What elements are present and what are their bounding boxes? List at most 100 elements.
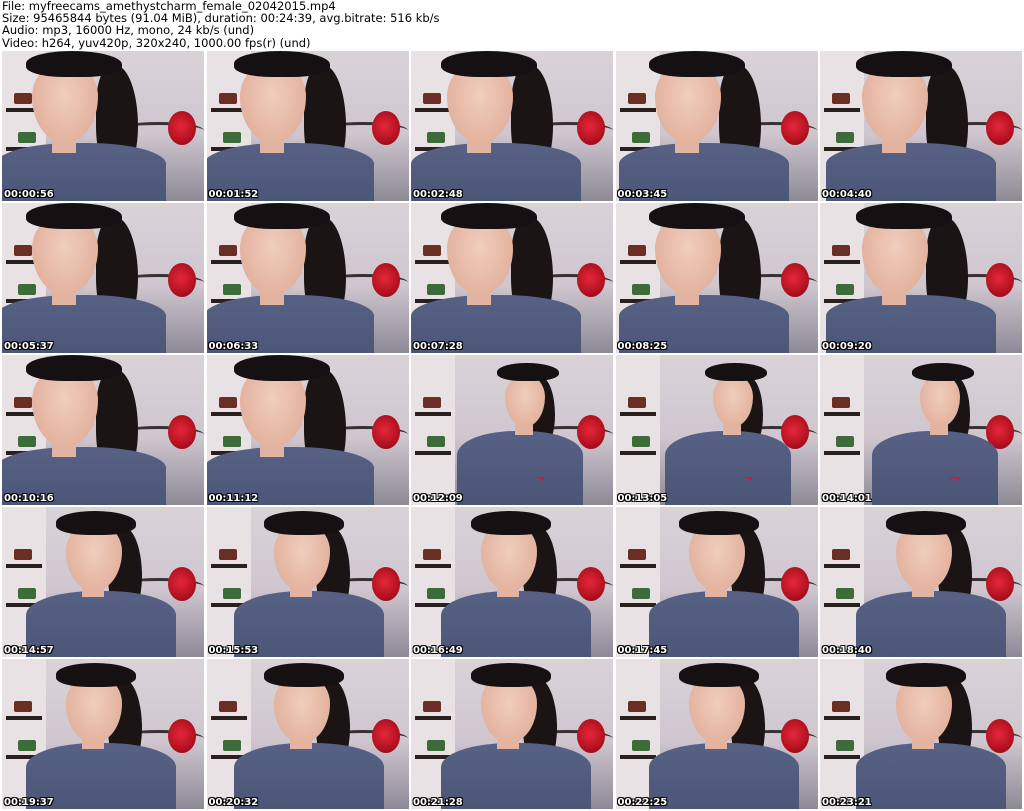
thumbnail-frame[interactable]: 00:02:48 — [411, 51, 613, 201]
thumbnail-scene-shelf — [619, 260, 656, 264]
thumbnail-scene-shelf-item — [18, 740, 37, 751]
thumbnail-scene-shelf-item — [423, 549, 442, 560]
thumbnail-scene-rose — [985, 111, 1014, 145]
thumbnail-scene-hair — [233, 355, 330, 382]
thumbnail-scene-shelf — [619, 603, 656, 607]
thumbnail-scene-hair — [56, 663, 136, 687]
thumbnail-scene-shelf-item — [222, 284, 241, 295]
thumbnail-scene-rose — [576, 415, 605, 449]
thumbnail-scene-shelf — [824, 755, 861, 759]
timestamp-label: 00:06:33 — [208, 341, 259, 352]
thumbnail-scene-hair — [26, 51, 122, 78]
thumbnail-scene-shelf — [619, 716, 656, 720]
thumbnail-scene-hair — [856, 51, 952, 78]
thumbnail-scene-shelf-item — [832, 549, 851, 560]
thumbnail-frame[interactable]: 00:07:28 — [411, 203, 613, 353]
timestamp-label: 00:22:25 — [617, 797, 668, 808]
thumbnail-scene-shelf-item — [427, 588, 446, 599]
thumbnail-frame[interactable]: 00:11:12 — [206, 355, 409, 505]
thumbnail-scene-hair — [26, 203, 122, 230]
thumbnail-scene-shelf — [619, 108, 656, 112]
thumbnail-scene-shelf — [619, 755, 656, 759]
timestamp-label: 00:23:21 — [822, 797, 872, 808]
thumbnail-scene-shelf-item — [423, 701, 442, 712]
timestamp-label: 00:14:01 — [822, 493, 872, 504]
thumbnail-frame[interactable]: 00:22:25 — [615, 659, 818, 809]
thumbnail-scene-rose — [576, 567, 605, 601]
thumbnail-frame[interactable]: 00:23:21 — [820, 659, 1022, 809]
thumbnail-frame[interactable]: 00:06:33 — [206, 203, 409, 353]
thumbnail-scene-rose — [576, 719, 605, 753]
thumbnail-scene-sweater — [856, 743, 1006, 809]
timestamp-label: 00:01:52 — [208, 189, 259, 200]
thumbnail-scene-hair — [441, 203, 537, 230]
thumbnail-frame[interactable]: ⤳ 00:13:05 — [615, 355, 818, 505]
thumbnail-scene-shelf-item — [222, 588, 241, 599]
thumbnail-scene-hair — [471, 511, 551, 535]
thumbnail-frame[interactable]: 00:01:52 — [206, 51, 409, 201]
shirt-logo-icon: ⤳ — [535, 471, 545, 485]
thumbnail-frame[interactable]: 00:19:37 — [2, 659, 204, 809]
thumbnail-frame[interactable]: 00:08:25 — [615, 203, 818, 353]
thumbnail-scene-rose — [167, 719, 196, 753]
thumbnail-frame[interactable]: 00:17:45 — [615, 507, 818, 657]
thumbnail-scene-shelf-item — [627, 549, 646, 560]
thumbnail-scene-shelf-item — [631, 132, 650, 143]
thumbnail-scene-rose — [985, 719, 1014, 753]
thumbnail-frame[interactable]: 00:14:57 — [2, 507, 204, 657]
thumbnail-scene-hair — [233, 203, 330, 230]
thumbnail-frame[interactable]: ⤳ 00:12:09 — [411, 355, 613, 505]
thumbnail-scene-shelf-item — [832, 93, 851, 104]
thumbnail-scene-hair — [886, 663, 966, 687]
thumbnail-scene-shelf-item — [832, 397, 851, 408]
thumbnail-scene-shelf-item — [423, 93, 442, 104]
thumbnail-scene-shelf-item — [836, 284, 855, 295]
thumbnail-scene-wall-left — [411, 355, 456, 505]
timestamp-label: 00:17:45 — [617, 645, 668, 656]
thumbnail-frame[interactable]: 00:18:40 — [820, 507, 1022, 657]
thumbnail-scene-shelf — [619, 564, 656, 568]
thumbnail-scene-rose — [985, 567, 1014, 601]
thumbnail-frame[interactable]: 00:05:37 — [2, 203, 204, 353]
thumbnail-frame[interactable]: 00:04:40 — [820, 51, 1022, 201]
thumbnail-scene-shelf-item — [14, 245, 33, 256]
shirt-logo-icon: ⤳ — [742, 471, 753, 485]
thumbnail-frame[interactable]: 00:00:56 — [2, 51, 204, 201]
thumbnail-scene-hair — [263, 663, 344, 687]
thumbnail-scene-shelf-item — [427, 740, 446, 751]
timestamp-label: 00:16:49 — [413, 645, 463, 656]
thumbnail-scene-shelf-item — [627, 245, 646, 256]
thumbnail-scene-hair — [648, 203, 745, 230]
thumbnail-scene-shelf — [824, 412, 861, 416]
thumbnail-scene-shelf — [415, 108, 452, 112]
thumbnail-frame[interactable]: 00:20:32 — [206, 659, 409, 809]
thumbnail-scene-sweater — [457, 431, 583, 505]
thumbnail-scene-shelf-item — [18, 436, 37, 447]
thumbnail-scene-shelf-item — [836, 132, 855, 143]
thumbnail-scene-shelf-item — [427, 132, 446, 143]
timestamp-label: 00:04:40 — [822, 189, 872, 200]
thumbnail-scene-shelf — [415, 716, 452, 720]
timestamp-label: 00:18:40 — [822, 645, 872, 656]
thumbnail-scene-shelf-item — [222, 740, 241, 751]
timestamp-label: 00:10:16 — [4, 493, 54, 504]
thumbnail-scene-shelf-item — [18, 132, 37, 143]
thumbnail-scene-hair — [704, 363, 767, 382]
thumbnail-scene-wall-left — [615, 355, 660, 505]
thumbnail-scene-shelf-item — [222, 436, 241, 447]
thumbnail-scene-shelf-item — [423, 397, 442, 408]
thumbnail-frame[interactable]: 00:03:45 — [615, 51, 818, 201]
timestamp-label: 00:13:05 — [617, 493, 668, 504]
thumbnail-frame[interactable]: 00:10:16 — [2, 355, 204, 505]
audio-info-line: Audio: mp3, 16000 Hz, mono, 24 kb/s (und… — [2, 23, 255, 38]
thumbnail-frame[interactable]: ⤳ 00:14:01 — [820, 355, 1022, 505]
timestamp-label: 00:03:45 — [617, 189, 668, 200]
thumbnail-frame[interactable]: 00:21:28 — [411, 659, 613, 809]
thumbnail-frame[interactable]: 00:16:49 — [411, 507, 613, 657]
thumbnail-frame[interactable]: 00:15:53 — [206, 507, 409, 657]
thumbnail-scene-shelf-item — [18, 588, 37, 599]
thumbnail-frame[interactable]: 00:09:20 — [820, 203, 1022, 353]
thumbnail-scene-shelf-item — [222, 132, 241, 143]
thumbnail-scene-shelf — [824, 108, 861, 112]
thumbnail-scene-shelf-item — [427, 436, 446, 447]
